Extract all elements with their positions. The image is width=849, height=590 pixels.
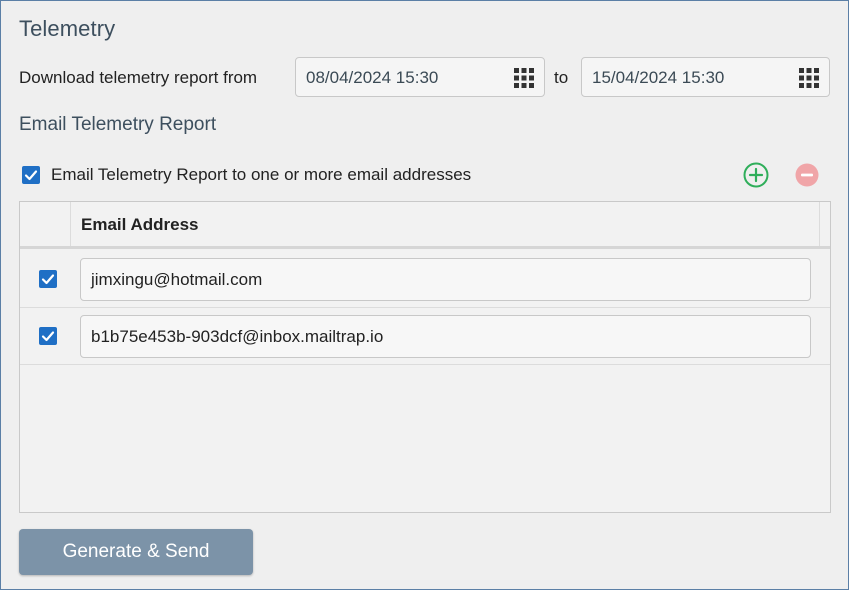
date-from-field[interactable]: 08/04/2024 15:30 <box>295 57 545 97</box>
download-range-label: Download telemetry report from <box>19 68 258 87</box>
checkmark-icon <box>41 331 55 342</box>
date-from-value: 08/04/2024 15:30 <box>306 68 439 87</box>
email-field[interactable]: b1b75e453b-903dcf@inbox.mailtrap.io <box>80 315 811 358</box>
row-select-checkbox[interactable] <box>39 327 57 345</box>
telemetry-panel: Telemetry Download telemetry report from… <box>0 0 849 590</box>
email-field-value: b1b75e453b-903dcf@inbox.mailtrap.io <box>91 327 384 346</box>
generate-and-send-button[interactable]: Generate & Send <box>19 529 253 575</box>
table-header: Email Address <box>20 202 830 249</box>
to-label: to <box>554 68 569 87</box>
column-divider <box>70 202 71 246</box>
column-divider <box>819 202 820 246</box>
email-address-column-header: Email Address <box>81 215 199 234</box>
calendar-icon[interactable] <box>514 68 534 88</box>
checkmark-icon <box>24 170 38 181</box>
date-to-field[interactable]: 15/04/2024 15:30 <box>581 57 830 97</box>
email-report-checkbox-label[interactable]: Email Telemetry Report to one or more em… <box>51 165 471 185</box>
remove-email-icon[interactable] <box>795 163 819 187</box>
date-to-value: 15/04/2024 15:30 <box>592 68 725 87</box>
email-section-title: Email Telemetry Report <box>19 114 217 135</box>
email-report-checkbox[interactable] <box>22 166 40 184</box>
checkmark-icon <box>41 274 55 285</box>
email-address-table: Email Address jimxingu@hotmail.com b1b75… <box>19 201 831 513</box>
email-field-value: jimxingu@hotmail.com <box>91 270 263 289</box>
table-row: b1b75e453b-903dcf@inbox.mailtrap.io <box>20 308 830 365</box>
row-select-checkbox[interactable] <box>39 270 57 288</box>
calendar-icon[interactable] <box>799 68 819 88</box>
table-row: jimxingu@hotmail.com <box>20 251 830 308</box>
add-email-icon[interactable] <box>743 162 769 188</box>
email-field[interactable]: jimxingu@hotmail.com <box>80 258 811 301</box>
page-title: Telemetry <box>19 16 116 41</box>
